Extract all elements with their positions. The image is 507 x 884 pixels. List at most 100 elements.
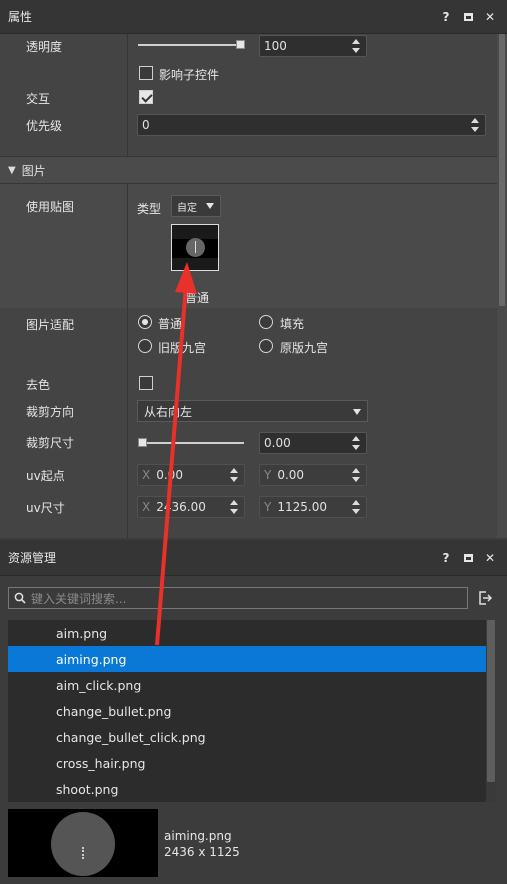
fit-legacy-nine-slice-radio[interactable] (138, 339, 152, 353)
close-icon[interactable]: ✕ (479, 6, 501, 28)
uv-size-y-spinner[interactable] (352, 500, 360, 514)
preview-file-name: aiming.png (164, 829, 232, 843)
texture-thumbnail[interactable] (171, 224, 219, 271)
properties-panel-header: 属性 ? ✕ (0, 0, 507, 34)
uv-origin-x-value: 0.00 (156, 468, 183, 482)
uv-size-x-value: 2436.00 (156, 500, 206, 514)
properties-panel: 透明度 100 影响子控件 交互 优先级 0 ▼ 图片 使用贴图 类型 自定 普… (0, 34, 507, 538)
interaction-label: 交互 (26, 92, 51, 106)
assets-panel-header: 资源管理 ? ✕ (0, 540, 507, 576)
preview-circle (51, 812, 115, 876)
desaturate-checkbox[interactable] (139, 376, 153, 390)
opacity-value: 100 (264, 39, 287, 53)
opacity-input[interactable]: 100 (259, 35, 367, 57)
fit-legacy-nine-slice-label: 旧版九宫 (158, 341, 207, 355)
clip-size-slider-track[interactable] (140, 442, 244, 444)
list-item[interactable]: cross_hair.png (8, 750, 496, 776)
uv-size-y-input[interactable]: Y 1125.00 (259, 496, 367, 518)
asset-list-scroll-thumb[interactable] (487, 620, 495, 782)
opacity-slider-thumb[interactable] (236, 40, 245, 49)
opacity-label: 透明度 (26, 40, 63, 54)
priority-value: 0 (142, 118, 150, 132)
image-section-header[interactable]: ▼ 图片 (0, 156, 497, 184)
asset-preview-info: aiming.png 2436 x 1125 (164, 828, 240, 860)
close-icon[interactable]: ✕ (479, 547, 501, 569)
file-name: aim.png (56, 625, 108, 641)
thumbnail-line (195, 241, 196, 253)
chevron-down-icon (353, 409, 361, 415)
file-name: aim_click.png (56, 677, 142, 693)
fit-fill-label: 填充 (280, 317, 305, 331)
priority-spinner[interactable] (471, 118, 479, 132)
properties-scroll-thumb[interactable] (499, 34, 505, 306)
file-name: change_bullet.png (56, 703, 172, 719)
image-section-title: 图片 (21, 163, 46, 178)
type-dropdown[interactable]: 自定 (171, 195, 221, 217)
clip-size-input[interactable]: 0.00 (259, 432, 367, 454)
uv-size-x-input[interactable]: X 2436.00 (137, 496, 245, 518)
assets-panel: 资源管理 ? ✕ 键入关键词搜索... aim.png aiming.png a… (0, 540, 507, 884)
opacity-spinner[interactable] (352, 39, 360, 53)
uv-origin-y-spinner[interactable] (352, 468, 360, 482)
clip-direction-label: 裁剪方向 (26, 405, 75, 419)
fit-normal-radio[interactable] (138, 315, 152, 329)
priority-label: 优先级 (26, 119, 63, 133)
clip-size-value: 0.00 (264, 436, 291, 450)
column-divider (127, 34, 128, 156)
clip-size-spinner[interactable] (352, 436, 360, 450)
list-item-selected[interactable]: aiming.png (8, 646, 496, 672)
asset-list-scrollbar[interactable] (486, 620, 496, 802)
asset-preview-image (8, 809, 158, 877)
list-item[interactable]: change_bullet_click.png (8, 724, 496, 750)
file-name: aiming.png (56, 651, 127, 667)
search-icon (14, 592, 26, 604)
uv-origin-x-input[interactable]: X 0.00 (137, 464, 245, 486)
assets-panel-title: 资源管理 (8, 551, 57, 565)
uv-size-y-value: 1125.00 (277, 500, 327, 514)
type-dropdown-value: 自定 (177, 202, 197, 214)
maximize-icon[interactable] (457, 547, 479, 569)
use-texture-label: 使用贴图 (26, 200, 75, 214)
type-label: 类型 (137, 202, 162, 216)
help-icon[interactable]: ? (435, 547, 457, 569)
clip-size-slider-thumb[interactable] (138, 438, 147, 447)
y-prefix: Y (264, 500, 272, 514)
file-name: change_bullet_click.png (56, 729, 206, 745)
image-fit-label: 图片适配 (26, 318, 75, 332)
list-item[interactable]: aim_click.png (8, 672, 496, 698)
list-item[interactable]: shoot.png (8, 776, 496, 802)
file-name: cross_hair.png (56, 755, 146, 771)
uv-size-label: uv尺寸 (26, 501, 65, 515)
search-input[interactable]: 键入关键词搜索... (8, 587, 468, 609)
list-item[interactable]: aim.png (8, 620, 496, 646)
clip-size-label: 裁剪尺寸 (26, 436, 75, 450)
uv-origin-y-value: 0.00 (277, 468, 305, 482)
uv-origin-y-input[interactable]: Y 0.00 (259, 464, 367, 486)
search-placeholder: 键入关键词搜索... (31, 591, 127, 606)
uv-origin-x-spinner[interactable] (230, 468, 238, 482)
maximize-icon[interactable] (457, 6, 479, 28)
fit-fill-radio[interactable] (259, 315, 273, 329)
clip-direction-dropdown[interactable]: 从右向左 (137, 400, 368, 422)
collapse-triangle-icon[interactable]: ▼ (8, 165, 16, 176)
uv-size-x-spinner[interactable] (230, 500, 238, 514)
fit-original-nine-slice-label: 原版九宫 (280, 341, 329, 355)
x-prefix: X (142, 500, 151, 514)
chevron-down-icon (206, 203, 214, 209)
fit-original-nine-slice-radio[interactable] (259, 339, 273, 353)
properties-panel-title: 属性 (8, 10, 33, 24)
asset-file-list[interactable]: aim.png aiming.png aim_click.png change_… (8, 620, 496, 802)
affect-children-checkbox[interactable] (139, 66, 153, 80)
affect-children-label: 影响子控件 (159, 68, 220, 82)
y-prefix: Y (264, 468, 272, 482)
import-icon[interactable] (477, 590, 493, 606)
clip-direction-value: 从右向左 (144, 404, 193, 419)
list-item[interactable]: change_bullet.png (8, 698, 496, 724)
properties-scrollbar[interactable] (497, 34, 507, 538)
desaturate-label: 去色 (26, 378, 51, 392)
help-icon[interactable]: ? (435, 6, 457, 28)
use-texture-row (0, 184, 497, 308)
interaction-checkbox[interactable] (139, 90, 153, 104)
opacity-slider-track[interactable] (138, 44, 242, 46)
priority-input[interactable]: 0 (137, 114, 486, 136)
